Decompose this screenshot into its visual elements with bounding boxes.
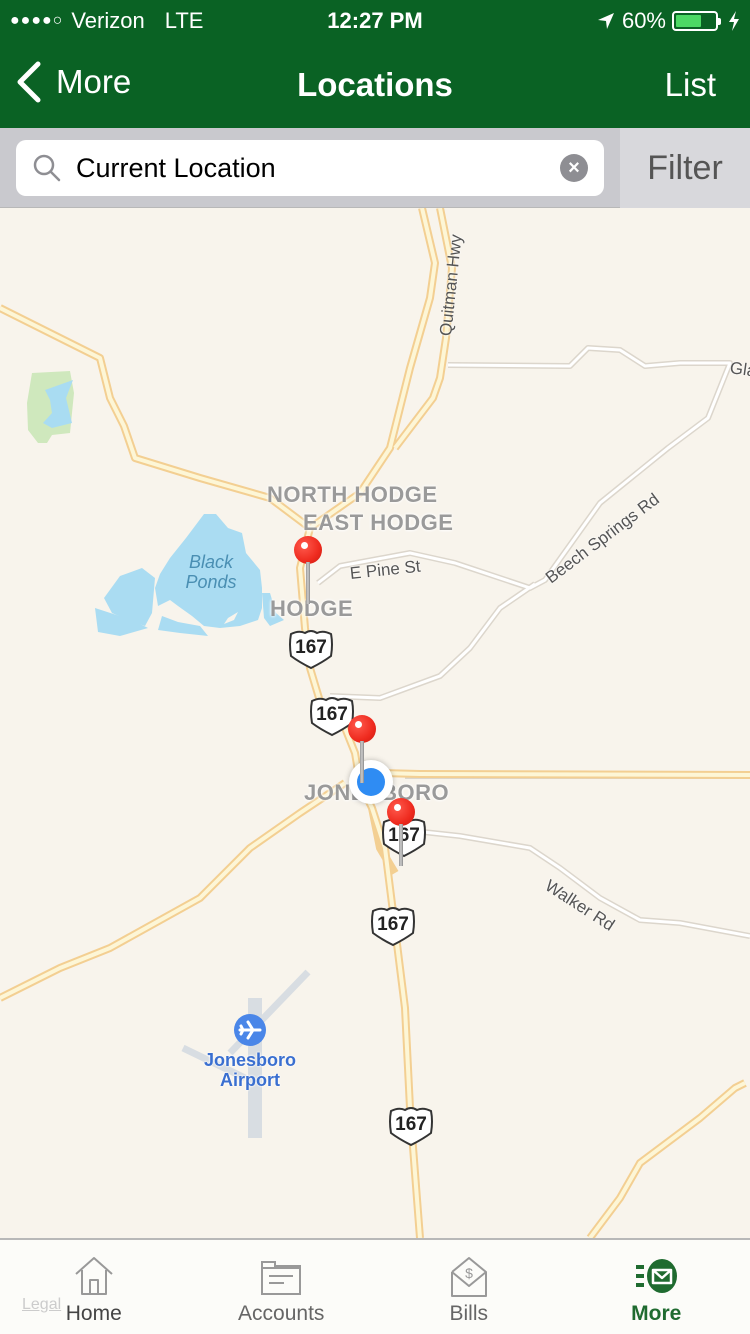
airplane-icon[interactable] bbox=[234, 1014, 266, 1046]
bill-envelope-icon: $ bbox=[450, 1257, 487, 1297]
close-icon: × bbox=[568, 156, 580, 179]
map-view[interactable]: North Hodge East Hodge Hodge Jonesboro Q… bbox=[0, 208, 750, 1238]
search-input[interactable] bbox=[76, 152, 536, 184]
battery-icon bbox=[672, 11, 721, 31]
tab-bills-label: Bills bbox=[449, 1302, 488, 1325]
search-bar: × Filter bbox=[0, 128, 750, 208]
clear-search-button[interactable]: × bbox=[560, 154, 588, 182]
house-icon bbox=[75, 1257, 113, 1295]
tab-bills[interactable]: $ Bills bbox=[375, 1240, 563, 1334]
filter-button[interactable]: Filter bbox=[620, 128, 750, 208]
highway-shield-167: 167 bbox=[287, 628, 335, 670]
road-label-gla: Gla bbox=[728, 358, 750, 381]
legal-link[interactable]: Legal bbox=[22, 1296, 61, 1314]
navigation-bar: More Locations List bbox=[0, 40, 750, 128]
charging-bolt-icon bbox=[729, 11, 739, 31]
water-label-black-ponds: Black Ponds bbox=[185, 552, 237, 592]
search-icon bbox=[33, 154, 61, 182]
tab-bar: Home Accounts $ Bills More bbox=[0, 1238, 750, 1334]
search-field[interactable]: × bbox=[16, 140, 604, 196]
page-title: Locations bbox=[297, 66, 453, 103]
tab-more-label: More bbox=[631, 1302, 682, 1325]
list-view-button[interactable]: List bbox=[665, 66, 716, 104]
highway-shield-167: 167 bbox=[387, 1105, 435, 1147]
battery-percent: 60% bbox=[621, 8, 666, 33]
tab-home[interactable]: Home bbox=[0, 1240, 188, 1334]
place-label-north-hodge: North Hodge bbox=[267, 482, 438, 507]
more-mail-icon bbox=[636, 1259, 678, 1293]
highway-shield-167: 167 bbox=[369, 905, 417, 947]
tab-accounts-label: Accounts bbox=[238, 1302, 325, 1325]
tab-home-label: Home bbox=[65, 1302, 122, 1325]
svg-text:$: $ bbox=[465, 1265, 473, 1281]
folder-icon bbox=[261, 1261, 302, 1295]
airport-label[interactable]: Jonesboro Airport bbox=[195, 1050, 305, 1090]
place-label-east-hodge: East Hodge bbox=[303, 510, 454, 535]
status-bar: ●●●●○ Verizon LTE 12:27 PM 60% bbox=[0, 0, 750, 40]
location-pin-jonesboro-south[interactable] bbox=[387, 798, 417, 868]
tab-accounts[interactable]: Accounts bbox=[188, 1240, 376, 1334]
tab-more[interactable]: More bbox=[563, 1240, 750, 1334]
location-pin-hodge[interactable] bbox=[294, 536, 324, 606]
location-pin-jonesboro-north[interactable] bbox=[348, 715, 378, 785]
location-arrow-icon bbox=[597, 13, 614, 29]
